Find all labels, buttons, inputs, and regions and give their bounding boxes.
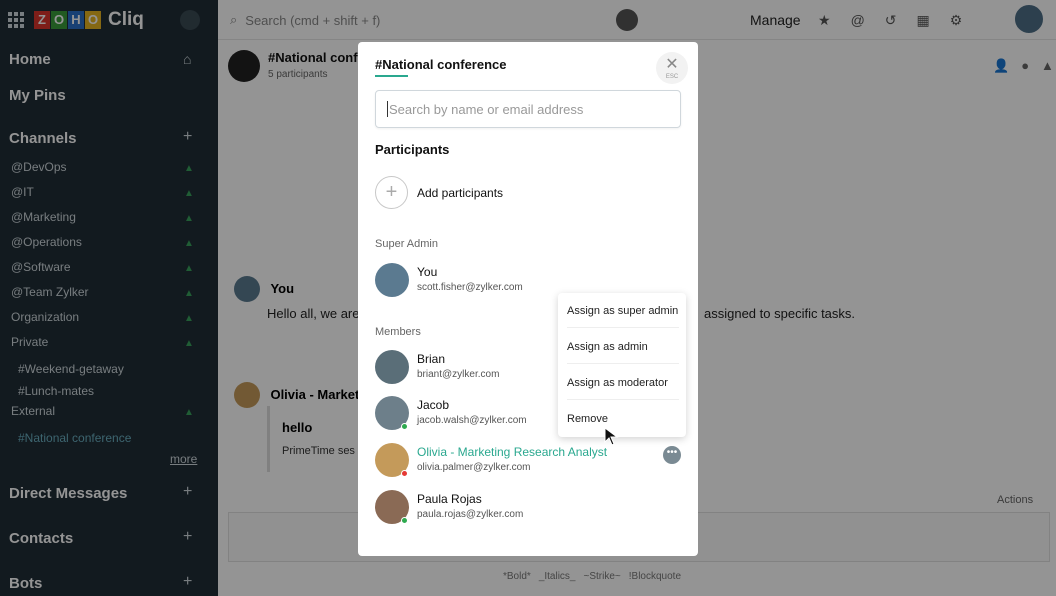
participants-heading: Participants (375, 142, 450, 157)
more-options-icon[interactable]: ••• (663, 446, 681, 464)
participant-email: paula.rojas@zylker.com (417, 509, 524, 520)
close-icon: ✕ (665, 56, 679, 73)
participant-row[interactable]: Olivia - Marketing Research Analyst oliv… (375, 443, 685, 479)
participant-search-input[interactable]: Search by name or email address (375, 90, 681, 128)
members-label: Members (375, 326, 421, 338)
busy-status-dot (401, 470, 408, 477)
participant-name: Olivia - Marketing Research Analyst (417, 445, 608, 459)
add-participants-button[interactable]: Add participants (417, 186, 503, 200)
add-participants-icon[interactable]: + (375, 176, 408, 209)
participant-row[interactable]: Paula Rojas paula.rojas@zylker.com (375, 490, 685, 526)
menu-item-assign-moderator[interactable]: Assign as moderator (567, 377, 679, 400)
online-status-dot (401, 517, 408, 524)
avatar (375, 263, 409, 297)
online-status-dot (401, 423, 408, 430)
participant-name: Jacob (417, 398, 450, 412)
participant-context-menu: Assign as super admin Assign as admin As… (558, 293, 686, 437)
avatar (375, 350, 409, 384)
menu-item-assign-super-admin[interactable]: Assign as super admin (567, 305, 679, 328)
participant-email: jacob.walsh@zylker.com (417, 415, 527, 426)
participant-name: Paula Rojas (417, 492, 482, 506)
participant-name: You (417, 265, 438, 279)
text-caret (387, 101, 388, 117)
super-admin-label: Super Admin (375, 238, 438, 250)
participant-email: briant@zylker.com (417, 369, 500, 380)
title-underline (375, 75, 408, 77)
esc-label: ESC (665, 74, 679, 80)
participant-search-placeholder: Search by name or email address (389, 101, 584, 117)
mouse-cursor-icon (604, 427, 619, 446)
menu-item-remove[interactable]: Remove (567, 413, 679, 435)
participant-email: olivia.palmer@zylker.com (417, 462, 531, 473)
close-button[interactable]: ✕ ESC (656, 52, 688, 84)
modal-title: #National conference (375, 57, 507, 72)
menu-item-assign-admin[interactable]: Assign as admin (567, 341, 679, 364)
participant-name: Brian (417, 352, 446, 366)
participant-email: scott.fisher@zylker.com (417, 282, 523, 293)
